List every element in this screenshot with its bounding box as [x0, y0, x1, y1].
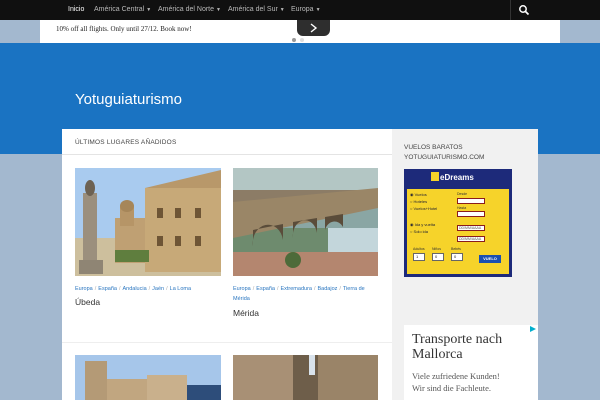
post-thumbnail-merida[interactable]	[233, 168, 378, 276]
infants-select[interactable]: 0	[451, 253, 463, 261]
ad-headline: Transporte nach	[412, 332, 503, 347]
chevron-down-icon: ▼	[216, 7, 221, 13]
promo-banner: 10% off all flights. Only until 27/12. B…	[40, 20, 560, 43]
post-categories: Europa / España / Extremadura / Badajoz / Tierra…	[233, 286, 365, 302]
sidebar: Vuelos baratos yotuguiaturismo.com eDrea…	[392, 129, 538, 400]
adults-label: Adultos	[413, 247, 425, 251]
nav-divider	[510, 0, 511, 20]
search-icon[interactable]	[518, 4, 530, 16]
site-title[interactable]: Yotuguiaturismo	[75, 91, 182, 108]
nav-item-america-central[interactable]: América Central ▼	[88, 0, 157, 20]
children-select[interactable]: 0	[432, 253, 444, 261]
main-content: Últimos lugares añadidos Europa / España / A…	[62, 129, 392, 400]
category-link[interactable]: Europa	[233, 286, 251, 292]
chevron-right-icon	[310, 23, 318, 33]
top-navigation: Inicio América Central ▼ América del Nort…	[0, 0, 600, 20]
post-categories: Europa / España / Andalucia / Jaén / La Loma	[75, 286, 192, 292]
children-label: Niños	[432, 247, 441, 251]
category-link[interactable]: Extremadura	[280, 286, 312, 292]
chevron-down-icon: ▼	[315, 7, 321, 13]
slider-dot-active[interactable]	[292, 38, 296, 42]
category-link[interactable]: España	[98, 286, 117, 292]
edreams-brand: eDreams	[440, 173, 474, 182]
origin-input[interactable]	[457, 198, 485, 204]
widget-title: Vuelos baratos yotuguiaturismo.com	[404, 144, 485, 161]
nav-item-america-del-norte[interactable]: América del Norte ▼	[152, 0, 227, 20]
search-flights-button[interactable]: VUELO	[479, 255, 501, 263]
chevron-down-icon: ▼	[279, 7, 285, 13]
destination-label: Hasta	[457, 206, 467, 210]
edreams-flight-widget: eDreams ◉ Vuelos ○ Hoteles ○ Vuelos+Hote…	[404, 169, 512, 277]
category-link[interactable]: Europa	[75, 286, 93, 292]
slider-dot[interactable]	[300, 38, 304, 42]
post-thumbnail[interactable]	[233, 355, 378, 400]
post-title[interactable]: Mérida	[233, 308, 259, 318]
post-thumbnail-ubeda[interactable]	[75, 168, 221, 276]
radio-flights-hotel[interactable]: ○ Vuelos+Hotel	[410, 206, 437, 211]
radio-hotels[interactable]: ○ Hoteles	[410, 199, 427, 204]
nav-item-inicio[interactable]: Inicio	[62, 0, 90, 20]
ad-body-2: Wir sind die Fachleute.	[412, 383, 491, 393]
origin-label: Desde	[457, 192, 468, 196]
radio-flights[interactable]: ◉ Vuelos	[410, 192, 427, 197]
adults-select[interactable]: 1	[413, 253, 425, 261]
radio-one-way[interactable]: ○ Solo ida	[410, 229, 428, 234]
ad-body: Viele zufriedene Kunden!	[412, 371, 500, 381]
category-link[interactable]: España	[256, 286, 275, 292]
nav-item-america-del-sur[interactable]: América del Sur ▼	[222, 0, 291, 20]
departure-date-input[interactable]: DD/MM/AAAA	[457, 225, 485, 231]
category-link[interactable]: La Loma	[170, 286, 191, 292]
advertisement[interactable]: Transporte nach Mallorca Viele zufrieden…	[404, 325, 538, 400]
edreams-form: ◉ Vuelos ○ Hoteles ○ Vuelos+Hotel ◉ Ida …	[407, 189, 509, 274]
chevron-down-icon: ▼	[146, 7, 152, 13]
nav-item-europa[interactable]: Europa ▼	[285, 0, 327, 20]
category-link[interactable]: Badajoz	[318, 286, 338, 292]
ad-headline-2: Mallorca	[412, 347, 463, 362]
return-date-input[interactable]: DD/MM/AAAA	[457, 236, 485, 242]
infants-label: Bebés	[451, 247, 461, 251]
post-thumbnail[interactable]	[75, 355, 221, 400]
edreams-logo-icon	[431, 172, 439, 181]
divider	[62, 342, 392, 343]
promo-next-button[interactable]	[297, 20, 330, 36]
category-link[interactable]: Andalucia	[122, 286, 146, 292]
section-title: Últimos lugares añadidos	[75, 139, 177, 146]
category-link[interactable]: Jaén	[152, 286, 164, 292]
divider	[62, 154, 392, 155]
adchoices-icon[interactable]	[528, 325, 538, 333]
radio-round-trip[interactable]: ◉ Ida y vuelta	[410, 222, 435, 227]
promo-text: 10% off all flights. Only until 27/12. B…	[56, 25, 192, 33]
destination-input[interactable]	[457, 211, 485, 217]
post-title[interactable]: Úbeda	[75, 297, 100, 307]
